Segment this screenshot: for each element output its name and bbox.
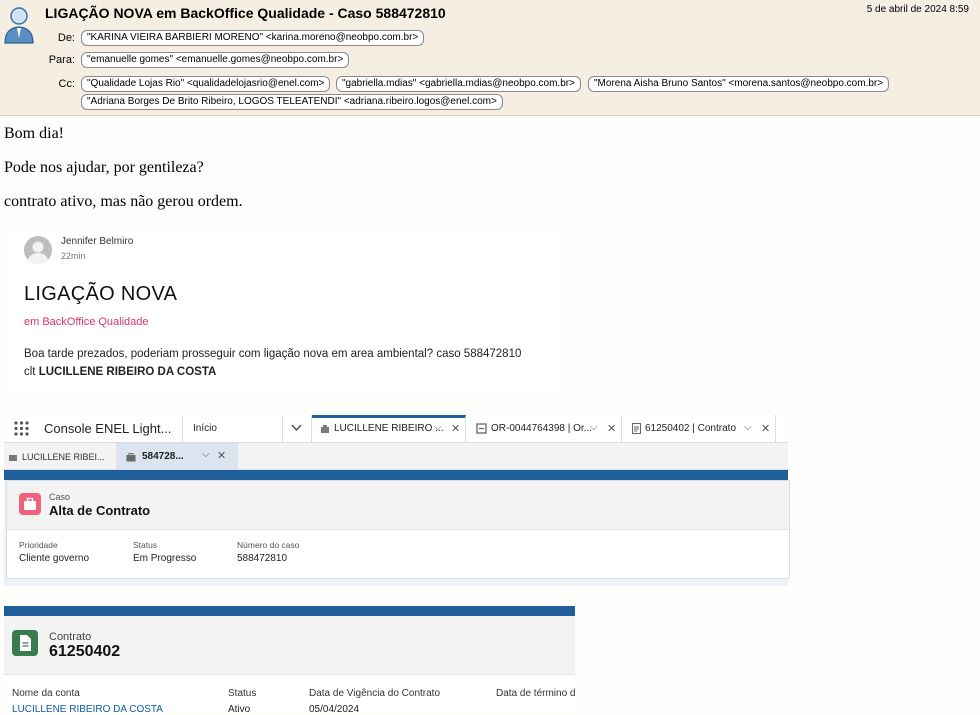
chevron-down-icon[interactable]: ⌵ — [202, 449, 210, 460]
account-icon — [9, 455, 17, 461]
cc-chip[interactable]: "Morena Aisha Bruno Santos" <morena.sant… — [588, 76, 890, 92]
from-label: De: — [57, 32, 75, 44]
subtab-bar: LUCILLENE RIBEI... 584728... ⌵ ✕ — [4, 443, 788, 470]
cc-chip[interactable]: "Qualidade Lojas Rio" <qualidadelojasrio… — [81, 76, 331, 92]
tab-label: 61250402 | Contrato — [645, 423, 737, 434]
chevron-down-icon[interactable] — [291, 424, 302, 432]
field-value: Ativo — [228, 704, 251, 715]
email-header: LIGAÇÃO NOVA em BackOffice Qualidade - C… — [0, 0, 980, 116]
field-value: 588472810 — [237, 553, 288, 564]
field-label: Data de Vigência do Contrato — [309, 688, 441, 699]
contract-screenshot: Contrato 61250402 Nome da conta LUCILLEN… — [4, 606, 575, 715]
app-name: Console ENEL Light... — [44, 421, 172, 436]
field-value: 05/04/2024 — [309, 704, 360, 715]
account-icon — [321, 425, 329, 433]
close-icon[interactable]: ✕ — [761, 422, 770, 435]
post-time: 22min — [61, 251, 86, 261]
subtab-label: 584728... — [142, 451, 184, 462]
field-value: Em Progresso — [133, 553, 197, 564]
close-icon[interactable]: ✕ — [607, 422, 616, 435]
post-client-name: LUCILLENE RIBEIRO DA COSTA — [38, 366, 217, 378]
post-message-line: clt LUCILLENE RIBEIRO DA COSTA — [24, 363, 521, 381]
case-header: Caso Alta de Contrato — [7, 481, 789, 530]
tab-contract[interactable]: 61250402 | Contrato ⌵ ✕ — [622, 415, 776, 442]
subtab-client[interactable]: LUCILLENE RIBEI... — [4, 443, 116, 469]
field-value: Cliente governo — [19, 553, 90, 564]
field-label: Prioridade — [19, 540, 58, 550]
object-label: Caso — [49, 492, 71, 502]
tab-order[interactable]: OR-0044764398 | Or... ⌵ ✕ — [466, 415, 622, 442]
tab-label: OR-0044764398 | Or... — [491, 423, 592, 434]
page-banner — [4, 606, 575, 616]
cc-chip[interactable]: "gabriella.mdias" <gabriella.mdias@neobp… — [336, 76, 581, 92]
subtab-case[interactable]: 584728... ⌵ ✕ — [116, 443, 238, 469]
close-icon[interactable]: ✕ — [217, 449, 226, 462]
body-line: Pode nos ajudar, por gentileza? — [4, 159, 204, 176]
case-highlights-card: Caso Alta de Contrato Prioridade Cliente… — [6, 480, 790, 579]
tab-label: LUCILLENE RIBEIRO ... — [334, 423, 444, 434]
case-icon — [126, 453, 136, 462]
object-label: Contrato — [49, 631, 92, 643]
chevron-down-icon[interactable]: ⌵ — [744, 422, 752, 433]
cc-label: Cc: — [58, 78, 76, 90]
contract-header: Contrato 61250402 — [4, 616, 575, 675]
to-chip[interactable]: "emanuelle gomes" <emanuelle.gomes@neobp… — [81, 52, 350, 68]
field-label: Nome da conta — [12, 688, 80, 699]
console-screenshot: Console ENEL Light... Início LUCILLENE R… — [4, 415, 790, 586]
post-message-prefix: clt — [24, 366, 39, 378]
cc-chip[interactable]: "Adriana Borges De Brito Ribeiro, LOGOS … — [81, 94, 503, 110]
record-title: Alta de Contrato — [49, 503, 151, 518]
subtab-label: LUCILLENE RIBEI... — [22, 452, 105, 462]
email-date: 5 de abril de 2024 8:59 — [866, 4, 969, 15]
nav-select[interactable]: Início — [182, 415, 312, 442]
chevron-down-icon[interactable]: ⌵ — [434, 422, 442, 433]
user-icon — [27, 241, 49, 264]
chat-post-screenshot: Jennifer Belmiro 22min LIGAÇÃO NOVA em B… — [4, 227, 562, 395]
post-message-line: Boa tarde prezados, poderiam prosseguir … — [24, 348, 522, 360]
post-message: Boa tarde prezados, poderiam prosseguir … — [24, 345, 521, 381]
body-line: contrato ativo, mas não gerou ordem. — [4, 193, 243, 210]
chevron-down-icon[interactable]: ⌵ — [590, 422, 598, 433]
to-label: Para: — [48, 54, 75, 66]
field-label: Status — [228, 688, 257, 699]
field-label: Número do caso — [237, 540, 300, 550]
field-label: Status — [133, 540, 158, 550]
record-title: 61250402 — [49, 643, 121, 660]
close-icon[interactable]: ✕ — [451, 422, 460, 435]
body-line: Bom dia! — [4, 125, 64, 142]
tab-client[interactable]: LUCILLENE RIBEIRO ... ⌵ ✕ — [312, 415, 466, 442]
case-icon — [19, 493, 41, 515]
contact-avatar-icon — [4, 7, 34, 44]
author-avatar — [24, 236, 52, 264]
post-title: LIGAÇÃO NOVA — [24, 283, 178, 305]
post-author: Jennifer Belmiro — [61, 236, 134, 247]
account-name-link[interactable]: LUCILLENE RIBEIRO DA COSTA — [12, 704, 163, 715]
email-subject: LIGAÇÃO NOVA em BackOffice Qualidade - C… — [45, 5, 446, 21]
order-icon — [476, 423, 487, 434]
post-subtitle: em BackOffice Qualidade — [24, 316, 149, 328]
field-label: Data de término d — [496, 688, 575, 699]
console-navbar: Console ENEL Light... Início LUCILLENE R… — [4, 415, 788, 443]
app-launcher-icon[interactable] — [14, 421, 29, 436]
page-banner — [4, 470, 788, 480]
contract-icon — [12, 630, 38, 656]
from-chip[interactable]: "KARINA VIEIRA BARBIERI MORENO" <karina.… — [81, 30, 425, 46]
contract-icon — [632, 423, 641, 434]
nav-select-label: Início — [193, 423, 217, 434]
